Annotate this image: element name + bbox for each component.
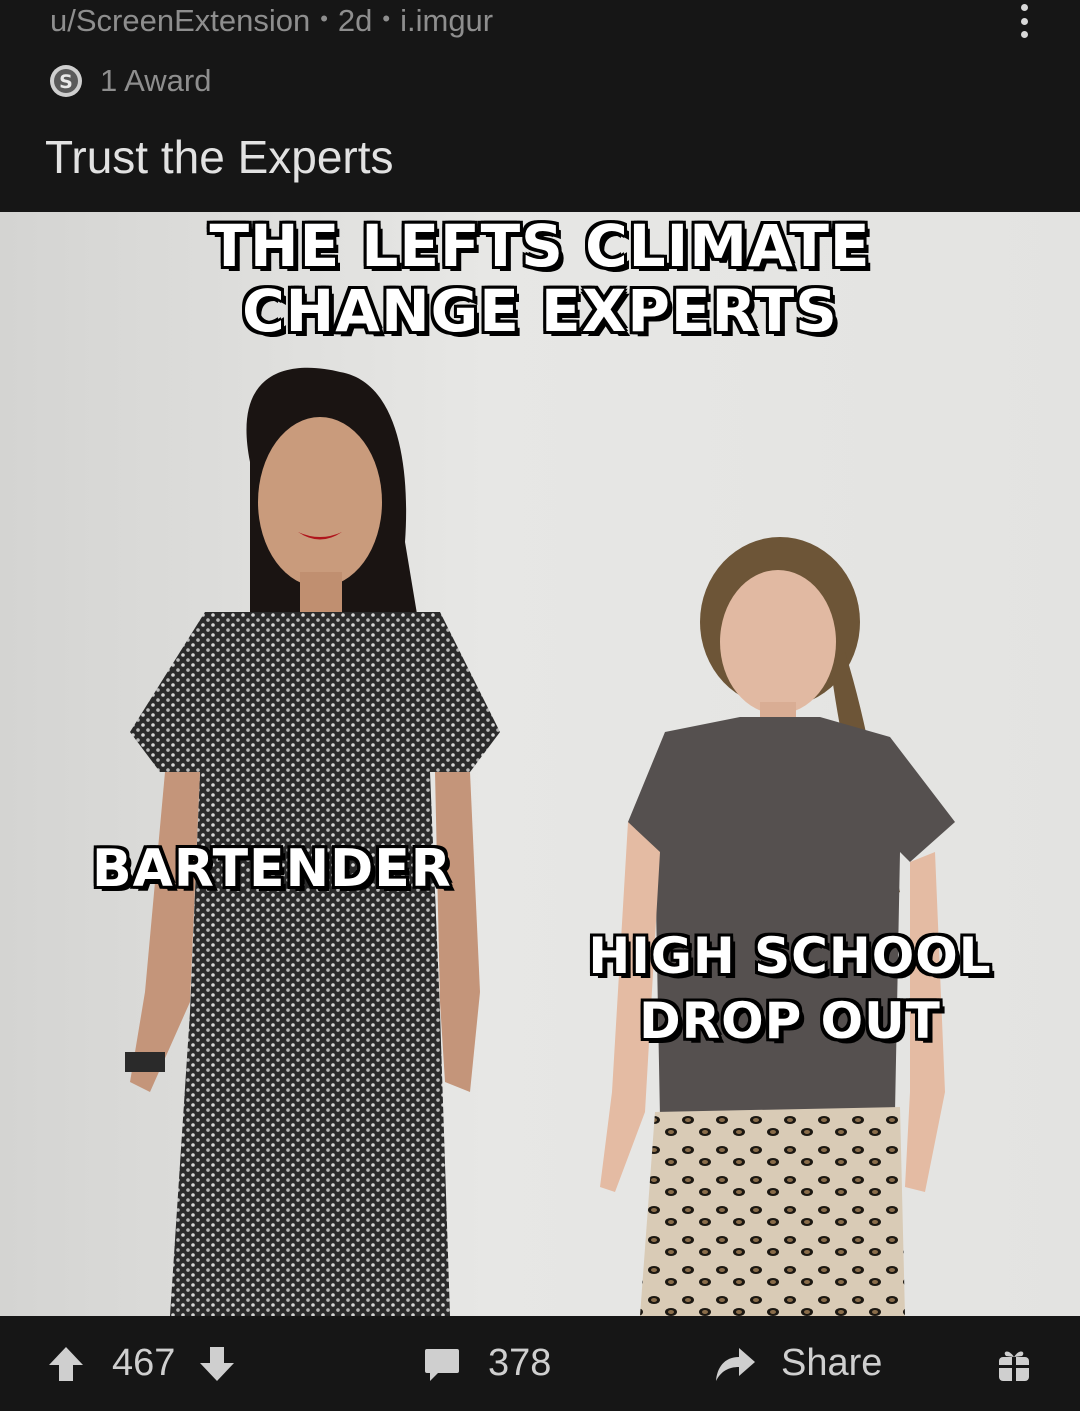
share-arrow-icon xyxy=(713,1344,757,1384)
silver-award-icon: S xyxy=(48,63,84,99)
post-image[interactable]: THE LEFTS CLIMATE CHANGE EXPERTS BARTEND… xyxy=(0,212,1080,1316)
meme-top-caption: THE LEFTS CLIMATE CHANGE EXPERTS xyxy=(110,214,970,344)
svg-text:S: S xyxy=(59,71,73,93)
comment-count: 378 xyxy=(488,1342,552,1384)
meme-right-caption-line: HIGH SCHOOL xyxy=(588,927,992,985)
post-title[interactable]: Trust the Experts xyxy=(45,130,394,184)
post-header: u/ScreenExtension • 2d • i.imgur S 1 Awa… xyxy=(0,0,1080,212)
award-row[interactable]: S 1 Award xyxy=(48,60,211,102)
meme-right-caption: HIGH SCHOOL DROP OUT xyxy=(545,924,1035,1054)
meta-separator: • xyxy=(382,6,391,31)
gift-icon xyxy=(996,1344,1032,1384)
kebab-menu-icon[interactable] xyxy=(1014,4,1034,38)
comment-bubble-icon xyxy=(422,1344,462,1384)
award-count: 1 Award xyxy=(100,63,212,98)
meta-separator: • xyxy=(320,6,328,31)
comments-button[interactable]: 378 xyxy=(422,1316,551,1411)
downvote-arrow-icon[interactable] xyxy=(197,1344,237,1384)
vote-count: 467 xyxy=(112,1342,176,1384)
post-age: 2d xyxy=(337,3,373,38)
domain-link[interactable]: i.imgur xyxy=(400,3,493,39)
share-label: Share xyxy=(781,1342,883,1384)
meme-left-caption: BARTENDER xyxy=(92,839,452,899)
meme-top-caption-line: CHANGE EXPERTS xyxy=(242,276,838,345)
upvote-arrow-icon[interactable] xyxy=(46,1344,86,1384)
share-button[interactable]: Share xyxy=(713,1316,882,1411)
post-meta: u/ScreenExtension • 2d • i.imgur xyxy=(50,0,493,42)
post-screen: u/ScreenExtension • 2d • i.imgur S 1 Awa… xyxy=(0,0,1080,1411)
meme-top-caption-line: THE LEFTS CLIMATE xyxy=(209,212,871,280)
meme-right-caption-line: DROP OUT xyxy=(639,992,941,1050)
vote-controls: 467 xyxy=(46,1316,237,1411)
author-link[interactable]: u/ScreenExtension xyxy=(50,3,310,39)
gift-award-button[interactable] xyxy=(996,1316,1032,1411)
post-action-bar: 467 378 Share xyxy=(0,1316,1080,1411)
meme-photo-illustration xyxy=(125,367,955,1316)
